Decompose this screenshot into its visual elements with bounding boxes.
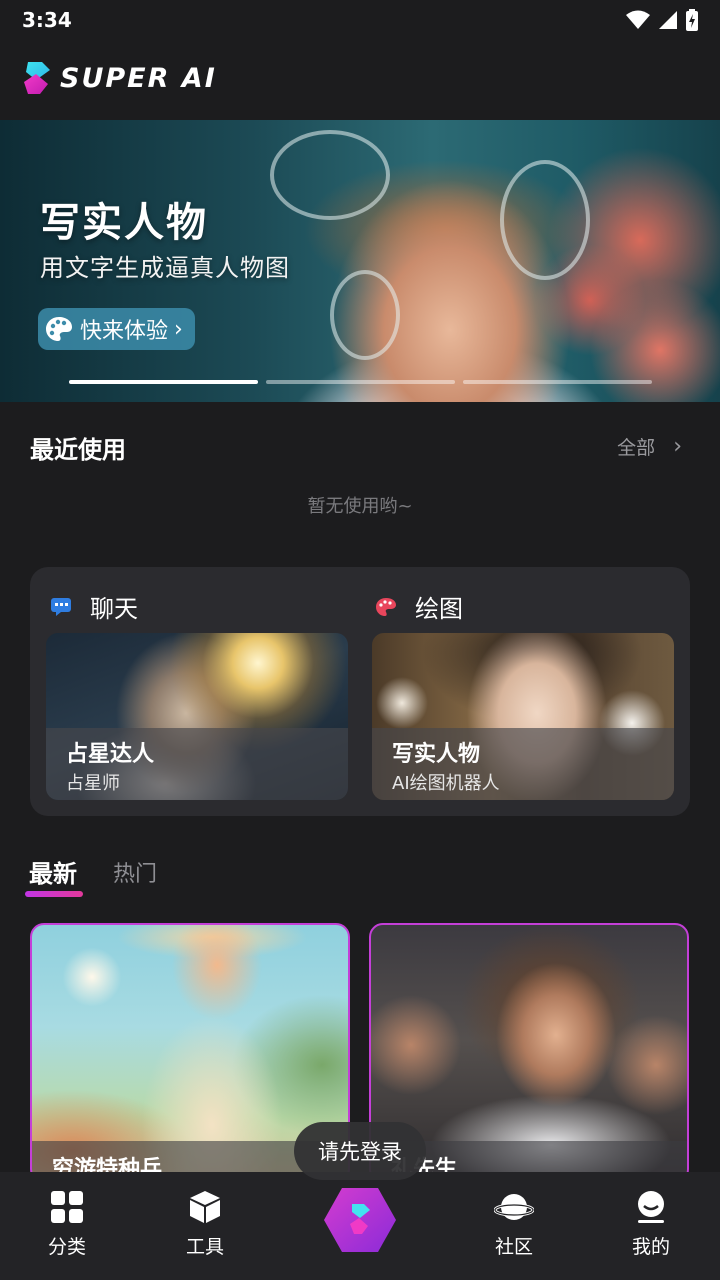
user-profile-icon	[638, 1191, 664, 1223]
recent-section-title: 最近使用	[30, 436, 126, 464]
nav-category[interactable]: 分类	[22, 1190, 112, 1259]
planet-icon	[494, 1194, 534, 1220]
recent-view-all-button[interactable]: 全部 ›	[617, 433, 682, 460]
chevron-right-icon: ›	[174, 316, 183, 342]
hero-banner[interactable]: 写实人物 用文字生成逼真人物图 快来体验 ›	[0, 120, 720, 402]
chat-section-label: 聊天	[90, 595, 138, 623]
banner-title: 写实人物	[40, 200, 208, 246]
nav-category-label: 分类	[47, 1236, 86, 1258]
login-toast: 请先登录	[294, 1122, 426, 1180]
card-name: 占星达人	[66, 742, 155, 767]
nav-tools-label: 工具	[185, 1236, 224, 1258]
nav-mine[interactable]: 我的	[606, 1190, 696, 1259]
bottom-navigation: 分类 工具 社区 我的	[0, 1172, 720, 1280]
brand-name: SUPER AI	[60, 62, 217, 94]
chat-section-header[interactable]: 聊天	[50, 589, 138, 624]
banner-cta-label: 快来体验	[80, 319, 169, 344]
banner-indicator[interactable]	[69, 380, 258, 384]
status-time: 3:34	[22, 8, 72, 32]
nav-community[interactable]: 社区	[469, 1190, 559, 1259]
active-tab-indicator	[25, 891, 83, 897]
banner-indicators	[69, 380, 652, 384]
draw-section-header[interactable]: 绘图	[375, 589, 463, 624]
nav-create-button[interactable]	[322, 1182, 398, 1258]
cube-icon	[190, 1191, 220, 1223]
realistic-portrait-card[interactable]: 写实人物 AI绘图机器人	[372, 633, 674, 800]
wifi-icon	[626, 10, 650, 29]
super-ai-logo-icon	[24, 62, 50, 94]
draw-section-label: 绘图	[415, 595, 463, 623]
palette-icon	[46, 317, 72, 341]
card-desc: AI绘图机器人	[392, 773, 500, 794]
status-bar: 3:34	[0, 0, 720, 40]
banner-decoration	[270, 130, 390, 220]
banner-indicator[interactable]	[266, 380, 455, 384]
chat-bubble-icon	[51, 597, 71, 616]
banner-decoration	[330, 270, 400, 360]
nav-tools[interactable]: 工具	[160, 1190, 250, 1259]
nav-mine-label: 我的	[631, 1236, 670, 1258]
card-desc: 占星师	[66, 773, 120, 794]
grid-icon	[51, 1191, 83, 1223]
feature-panel: 聊天 绘图 占星达人 占星师 写实人物 AI绘图机器人	[30, 567, 690, 816]
banner-decoration	[500, 160, 590, 280]
banner-subtitle: 用文字生成逼真人物图	[40, 254, 290, 282]
card-name: 写实人物	[392, 742, 481, 767]
battery-icon	[686, 9, 698, 31]
recent-all-label: 全部	[617, 437, 656, 459]
tab-latest[interactable]: 最新	[29, 854, 77, 889]
tab-hot[interactable]: 热门	[113, 856, 157, 888]
astrologer-card[interactable]: 占星达人 占星师	[46, 633, 348, 800]
cellular-signal-icon	[659, 11, 677, 29]
banner-try-button[interactable]: 快来体验 ›	[38, 308, 195, 350]
nav-community-label: 社区	[494, 1236, 533, 1258]
palette-icon	[376, 597, 396, 616]
chevron-right-icon: ›	[673, 434, 682, 459]
status-icons	[626, 9, 698, 31]
banner-indicator[interactable]	[463, 380, 652, 384]
app-header: SUPER AI	[22, 58, 217, 98]
recent-empty-text: 暂无使用哟~	[307, 496, 413, 517]
